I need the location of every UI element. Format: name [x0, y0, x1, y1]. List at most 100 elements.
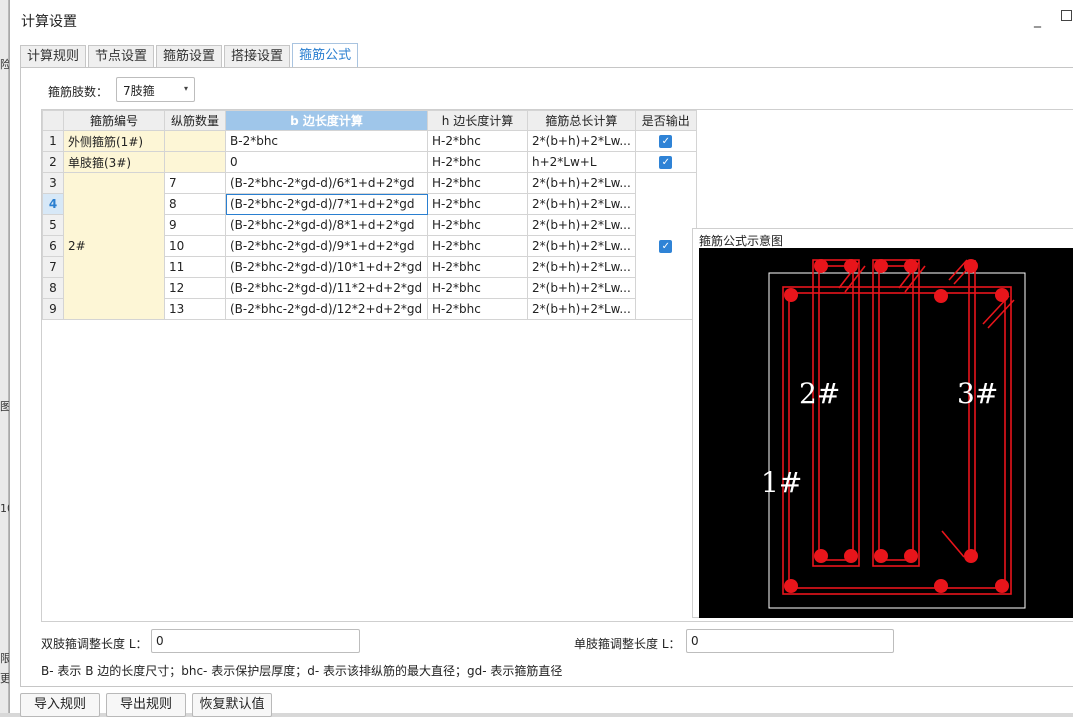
- formula-table: 箍筋编号 纵筋数量 b 边长度计算 h 边长度计算 箍筋总长计算 是否输出 1 …: [42, 110, 697, 320]
- cell-total[interactable]: 2*(b+h)+2*Lw...: [527, 214, 636, 236]
- cell-b[interactable]: (B-2*bhc-2*gd-d)/6*1+d+2*gd: [225, 172, 428, 194]
- cell-total[interactable]: h+2*Lw+L: [527, 151, 636, 173]
- cell-total[interactable]: 2*(b+h)+2*Lw...: [527, 256, 636, 278]
- restore-defaults-button[interactable]: 恢复默认值: [192, 693, 272, 717]
- col-header-count[interactable]: 纵筋数量: [164, 110, 226, 131]
- cell-h[interactable]: H-2*bhc: [427, 172, 528, 194]
- single-adjust-input[interactable]: 0: [686, 629, 894, 653]
- cell-count: [164, 151, 226, 173]
- cell-count: 11: [164, 256, 226, 278]
- cell-b[interactable]: (B-2*bhc-2*gd-d)/9*1+d+2*gd: [225, 235, 428, 257]
- table-row[interactable]: 2 单肢箍(3#) 0 H-2*bhc h+2*Lw+L ✓: [42, 151, 697, 173]
- row-number[interactable]: 2: [42, 151, 64, 173]
- title-bar: 计算设置 _: [10, 0, 1073, 40]
- rebar-dot: [934, 579, 948, 593]
- row-number[interactable]: 9: [42, 298, 64, 320]
- cell-id: 单肢箍(3#): [63, 151, 165, 173]
- table-row[interactable]: 3 2# 7 (B-2*bhc-2*gd-d)/6*1+d+2*gd H-2*b…: [42, 172, 697, 320]
- output-checkbox[interactable]: ✓: [659, 156, 673, 169]
- cell-count: 10: [164, 235, 226, 257]
- inner-stirrup-2a-inner: [818, 265, 854, 561]
- cell-b[interactable]: 0: [225, 151, 428, 173]
- double-adjust-label: 双肢箍调整长度 L：: [41, 637, 148, 651]
- table-header-row: 箍筋编号 纵筋数量 b 边长度计算 h 边长度计算 箍筋总长计算 是否输出: [42, 110, 697, 131]
- cell-h[interactable]: H-2*bhc: [427, 298, 528, 320]
- col-header-h[interactable]: h 边长度计算: [427, 110, 528, 131]
- cell-output-merged: ✓: [634, 172, 697, 320]
- row-number[interactable]: 3: [42, 172, 64, 194]
- diagram-title: 箍筋公式示意图: [699, 234, 784, 248]
- row-number-current[interactable]: 4: [42, 193, 64, 215]
- table-row[interactable]: 1 外侧箍筋(1#) B-2*bhc H-2*bhc 2*(b+h)+2*Lw.…: [42, 130, 697, 152]
- diagram-label-1: 1#: [761, 466, 802, 499]
- cell-count: 12: [164, 277, 226, 299]
- cell-h[interactable]: H-2*bhc: [427, 130, 528, 152]
- cell-total[interactable]: 2*(b+h)+2*Lw...: [527, 235, 636, 257]
- cell-b[interactable]: B-2*bhc: [225, 130, 428, 152]
- tab-bar: 计算规则 节点设置 箍筋设置 搭接设置 箍筋公式: [20, 43, 360, 68]
- double-adjust-input[interactable]: 0: [151, 629, 360, 653]
- legs-select[interactable]: 7肢箍 ▾: [116, 77, 195, 102]
- output-checkbox[interactable]: ✓: [659, 135, 673, 148]
- cell-total[interactable]: 2*(b+h)+2*Lw...: [527, 298, 636, 320]
- stirrup-diagram-panel: 箍筋公式示意图 2# 3# 1#: [692, 228, 1073, 618]
- cell-b[interactable]: (B-2*bhc-2*gd-d)/11*2+d+2*gd: [225, 277, 428, 299]
- corner-header: [42, 110, 64, 131]
- minimize-button[interactable]: _: [1034, 12, 1041, 28]
- row-number[interactable]: 7: [42, 256, 64, 278]
- cell-id-merged: 2#: [63, 172, 165, 320]
- diagram-canvas: 2# 3# 1#: [699, 248, 1073, 618]
- cell-b[interactable]: (B-2*bhc-2*gd-d)/8*1+d+2*gd: [225, 214, 428, 236]
- col-header-b[interactable]: b 边长度计算: [225, 110, 428, 131]
- cell-b[interactable]: (B-2*bhc-2*gd-d)/10*1+d+2*gd: [225, 256, 428, 278]
- import-rules-button[interactable]: 导入规则: [20, 693, 100, 717]
- row-number[interactable]: 1: [42, 130, 64, 152]
- cell-h[interactable]: H-2*bhc: [427, 256, 528, 278]
- cell-b-focused[interactable]: (B-2*bhc-2*gd-d)/7*1+d+2*gd: [225, 193, 428, 215]
- legs-label: 箍筋肢数：: [48, 85, 109, 99]
- cell-total[interactable]: 2*(b+h)+2*Lw...: [527, 172, 636, 194]
- tab-stirrup-settings[interactable]: 箍筋设置: [156, 45, 223, 68]
- maximize-button[interactable]: [1061, 10, 1072, 21]
- cell-h[interactable]: H-2*bhc: [427, 277, 528, 299]
- col-header-total[interactable]: 箍筋总长计算: [527, 110, 636, 131]
- tab-stirrup-formula[interactable]: 箍筋公式: [292, 43, 359, 68]
- tab-lap-settings[interactable]: 搭接设置: [224, 45, 291, 68]
- rebar-dot: [904, 259, 918, 273]
- cell-id: 外侧箍筋(1#): [63, 130, 165, 152]
- rebar-dot: [874, 259, 888, 273]
- output-checkbox[interactable]: ✓: [659, 240, 673, 253]
- tab-node-settings[interactable]: 节点设置: [88, 45, 155, 68]
- inner-stirrup-2a: [812, 259, 860, 567]
- rebar-dot: [874, 549, 888, 563]
- rebar-dot: [784, 288, 798, 302]
- tab-calc-rules[interactable]: 计算规则: [20, 45, 87, 68]
- export-rules-button[interactable]: 导出规则: [106, 693, 186, 717]
- col-header-id[interactable]: 箍筋编号: [63, 110, 165, 131]
- diagram-label-2: 2#: [799, 377, 840, 410]
- cell-total[interactable]: 2*(b+h)+2*Lw...: [527, 130, 636, 152]
- legs-select-value: 7肢箍: [123, 84, 155, 98]
- hook-line: [941, 530, 965, 558]
- stirrup-diagram-svg: 2# 3# 1#: [761, 259, 1026, 609]
- chevron-down-icon: ▾: [183, 84, 188, 93]
- rebar-dot: [904, 549, 918, 563]
- row-number[interactable]: 5: [42, 214, 64, 236]
- cell-h[interactable]: H-2*bhc: [427, 193, 528, 215]
- cell-total[interactable]: 2*(b+h)+2*Lw...: [527, 277, 636, 299]
- col-header-output[interactable]: 是否输出: [634, 110, 697, 131]
- row-number[interactable]: 8: [42, 277, 64, 299]
- background-window-edge: 险 图 10 限 更: [0, 0, 14, 713]
- cell-total[interactable]: 2*(b+h)+2*Lw...: [527, 193, 636, 215]
- row-number[interactable]: 6: [42, 235, 64, 257]
- cell-count: 7: [164, 172, 226, 194]
- cell-h[interactable]: H-2*bhc: [427, 151, 528, 173]
- outer-stirrup-1: [782, 286, 1012, 595]
- cell-h[interactable]: H-2*bhc: [427, 235, 528, 257]
- cell-b[interactable]: (B-2*bhc-2*gd-d)/12*2+d+2*gd: [225, 298, 428, 320]
- rebar-dot: [995, 288, 1009, 302]
- inner-stirrup-2b-inner: [878, 265, 914, 561]
- rebar-dot: [814, 549, 828, 563]
- cell-h[interactable]: H-2*bhc: [427, 214, 528, 236]
- cell-count: 13: [164, 298, 226, 320]
